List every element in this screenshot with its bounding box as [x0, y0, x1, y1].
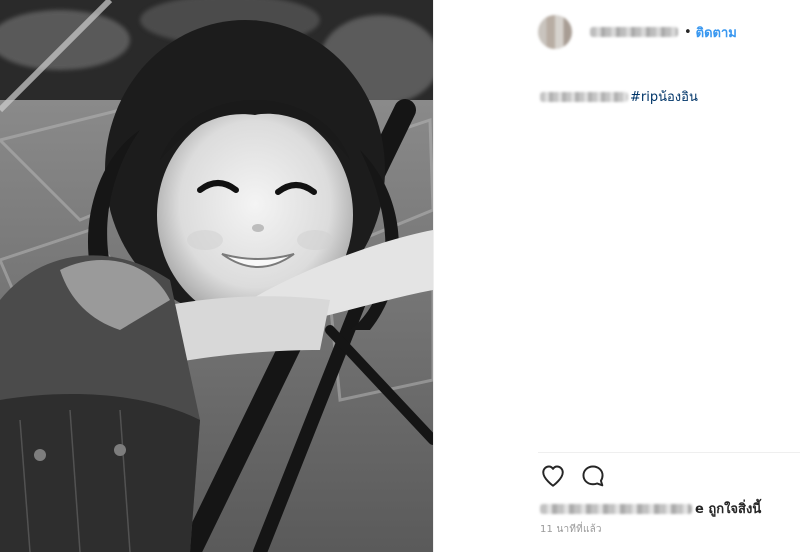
likers-blurred[interactable]: [540, 503, 692, 514]
divider: [538, 452, 800, 453]
hashtag-link[interactable]: #ripน้องอิน: [630, 86, 698, 107]
likes-row: e ถูกใจสิ่งนี้: [540, 498, 761, 519]
username-blurred[interactable]: [590, 27, 678, 37]
post-actions: [540, 463, 620, 489]
comment-icon[interactable]: [580, 463, 606, 489]
post-header: • ติดตาม: [538, 14, 737, 50]
post-caption: #ripน้องอิน: [540, 86, 698, 107]
likes-text: e ถูกใจสิ่งนี้: [695, 502, 762, 517]
follow-button[interactable]: ติดตาม: [696, 22, 737, 43]
post-timestamp[interactable]: 11 นาทีที่แล้ว: [540, 522, 602, 537]
heart-icon[interactable]: [540, 463, 566, 489]
post-photo[interactable]: [0, 0, 433, 552]
post-sidebar: • ติดตาม #ripน้องอิน e ถูกใจสิ่งนี้ 11 น…: [433, 0, 800, 552]
girl-photo-image: [0, 0, 433, 552]
avatar[interactable]: [538, 15, 572, 49]
header-separator: •: [684, 24, 692, 40]
caption-username-blurred[interactable]: [540, 91, 628, 102]
